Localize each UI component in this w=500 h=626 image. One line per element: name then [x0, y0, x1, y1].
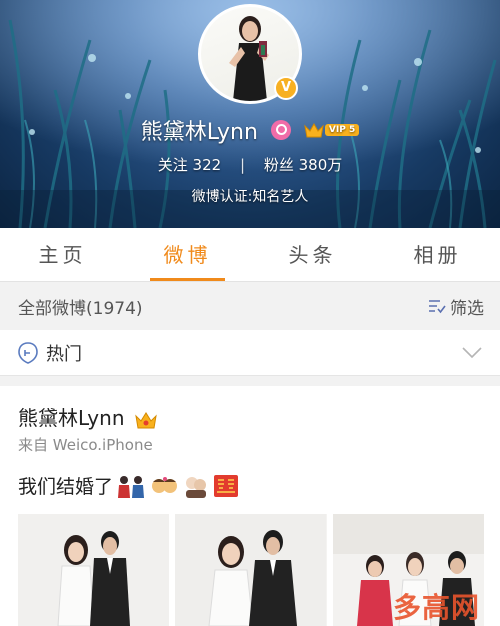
filter-icon [429, 300, 446, 314]
crown-icon [304, 122, 324, 138]
kiss-couple-emoji-icon [152, 476, 178, 493]
hot-section-header[interactable]: 热门 [0, 330, 500, 376]
post-text: 我们结婚了 [18, 476, 114, 498]
post-source: 来自 Weico.iPhone [18, 436, 153, 454]
vip-crown-icon [135, 411, 157, 428]
all-posts-count[interactable]: 全部微博(1974) [18, 294, 143, 319]
post-author-row: 熊黛林Lynn [18, 402, 157, 431]
couple-photo-image [18, 514, 169, 626]
post-text-row: 我们结婚了 [18, 472, 239, 499]
filter-label: 筛选 [450, 298, 484, 319]
hot-topic-icon [18, 341, 38, 364]
site-watermark: 多高网 [392, 591, 480, 624]
followers-label: 粉丝 [263, 156, 294, 174]
chevron-down-icon[interactable] [462, 346, 482, 359]
female-gender-icon [270, 120, 291, 140]
tab-weibo[interactable]: 微博 [125, 228, 250, 281]
followers-count: 380万 [298, 156, 343, 174]
following-label: 关注 [157, 156, 188, 174]
hugging-couple-emoji-icon [186, 476, 207, 498]
followers-stat[interactable]: 粉丝 380万 [264, 156, 342, 174]
verified-badge-icon: V [274, 76, 298, 100]
post-photo[interactable] [18, 514, 170, 626]
hot-label: 热门 [46, 343, 82, 365]
verification-text: 微博认证:知名艺人 [191, 189, 309, 205]
post-author-name[interactable]: 熊黛林Lynn [18, 406, 125, 430]
post-card: 熊黛林Lynn 来自 Weico.iPhone 我们结婚了 多高网 [0, 386, 500, 626]
profile-stats: 关注 322 | 粉丝 380万 [0, 154, 500, 175]
double-happiness-emoji-icon [214, 474, 239, 497]
stats-separator: | [239, 156, 246, 174]
profile-name-row: 熊黛林Lynn VIP 5 [0, 114, 500, 146]
tab-albums[interactable]: 相册 [375, 228, 500, 281]
bride-groom-emoji-icon [118, 475, 145, 498]
profile-name: 熊黛林Lynn [140, 120, 258, 145]
post-photo[interactable] [175, 514, 327, 626]
profile-tabs: 主页 微博 头条 相册 [0, 228, 500, 282]
filter-button[interactable]: 筛选 [428, 294, 484, 319]
couple-photo-image [175, 514, 327, 626]
vip-level-badge[interactable]: VIP 5 [324, 124, 360, 136]
profile-cover: V 熊黛林Lynn VIP 5 关注 322 | 粉丝 380万 微博认证:知名… [0, 0, 500, 228]
filter-bar: 全部微博(1974) 筛选 [0, 283, 500, 329]
post-photo-grid: 多高网 [18, 514, 484, 626]
tab-home[interactable]: 主页 [0, 228, 125, 281]
tab-headlines[interactable]: 头条 [250, 228, 375, 281]
post-photo[interactable]: 多高网 [332, 514, 484, 626]
following-stat[interactable]: 关注 322 [158, 156, 221, 174]
following-count: 322 [192, 156, 222, 174]
